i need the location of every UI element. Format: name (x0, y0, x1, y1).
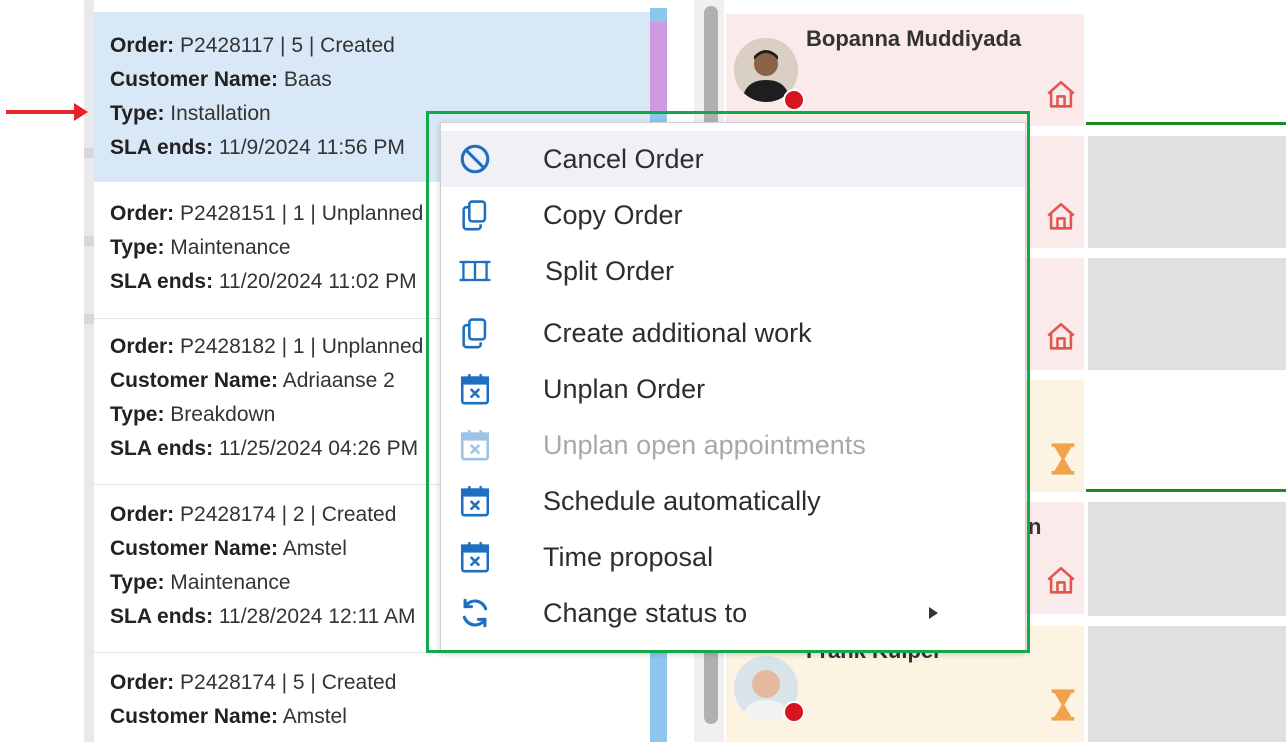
home-icon (1044, 320, 1078, 359)
home-icon (1044, 200, 1078, 239)
order-line: Customer Name: Baas (110, 68, 332, 91)
schedule-cell[interactable] (1088, 258, 1286, 370)
status-dot (783, 701, 805, 723)
home-icon (1044, 78, 1078, 117)
resource-card[interactable]: Bopanna Muddiyada (726, 14, 1084, 126)
resource-name: Bopanna Muddiyada (806, 26, 1022, 51)
schedule-cell[interactable] (1088, 502, 1286, 616)
scrollbar-selection-marker (650, 8, 667, 112)
schedule-marker (1086, 489, 1286, 492)
schedule-cell[interactable] (1088, 14, 1286, 122)
annotation-highlight-box (426, 111, 1030, 653)
schedule-cell[interactable] (1088, 626, 1286, 742)
schedule-marker (1086, 122, 1286, 125)
gutter-tick (84, 148, 94, 158)
gutter-tick (84, 314, 94, 324)
order-line: Order: P2428174 | 5 | Created (110, 671, 397, 694)
gutter-tick (84, 236, 94, 246)
schedule-cell[interactable] (1088, 136, 1286, 248)
schedule-cell[interactable] (1088, 380, 1286, 490)
order-card[interactable]: Order: P2428174 | 5 | Created Customer N… (94, 666, 650, 742)
hourglass-icon (1048, 688, 1078, 727)
status-dot (783, 89, 805, 111)
pointer-arrow (6, 103, 88, 121)
scrollbar-track-top (650, 8, 667, 22)
resource-name-partial: n (1028, 514, 1042, 539)
order-line: Order: P2428117 | 5 | Created (110, 34, 395, 57)
hourglass-icon (1048, 442, 1078, 481)
home-icon (1044, 564, 1078, 603)
order-line: Customer Name: Amstel (110, 705, 347, 728)
